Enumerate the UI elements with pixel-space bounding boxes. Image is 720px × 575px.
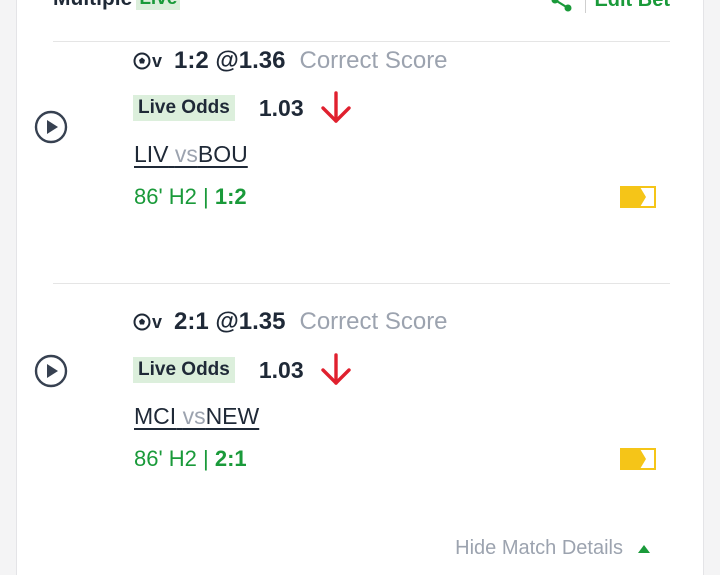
live-odds-badge: Live Odds [133,357,235,383]
match-status: 86' H2 | 1:2 [134,184,247,210]
arrow-down-icon [320,353,351,385]
bet-card: Multiple Live Edit Bet [16,0,704,575]
ticket-tag-icon[interactable] [620,448,656,470]
soccer-ball-icon [133,313,151,331]
hide-match-details-label: Hide Match Details [455,537,623,559]
share-icon[interactable] [549,0,575,13]
home-team: MCI [134,403,177,429]
hide-match-details-toggle[interactable]: Hide Match Details [455,537,651,560]
current-score: 2:1 [214,446,247,471]
ticket-tag-icon[interactable] [620,186,656,208]
vs-label: vs [174,141,198,167]
bet-selection-2: v 2:1 @1.35 Correct Score Live Odds 1.03… [34,283,670,523]
sport-indicator: v [133,312,162,333]
arrow-down-icon [320,91,351,123]
selection-value: 2:1 @1.35 [174,308,286,335]
live-odds-value: 1.03 [258,94,304,121]
match-teams-link[interactable]: MCI vsNEW [134,403,259,430]
current-score: 1:2 [214,184,247,209]
selection-value: 1:2 @1.36 [174,47,286,74]
soccer-ball-icon [133,52,151,70]
match-time: 86' H2 | [134,184,209,209]
bet-header: Multiple Live Edit Bet [53,0,670,42]
odds-row: Live Odds 1.03 [133,90,354,126]
bet-selection-1: v 1:2 @1.36 Correct Score Live Odds 1.03… [17,43,705,283]
edit-bet-button[interactable]: Edit Bet [594,0,670,12]
match-teams-link[interactable]: LIV vsBOU [134,141,248,168]
home-team: LIV [134,141,169,167]
away-team: BOU [197,141,248,167]
header-actions: Edit Bet [549,0,670,13]
header-divider [585,0,587,13]
live-odds-value: 1.03 [258,356,304,383]
sport-indicator-label: v [152,50,163,71]
selection-row: v 1:2 @1.36 Correct Score [133,47,448,75]
away-team: NEW [205,403,260,429]
play-icon[interactable] [34,354,68,388]
bet-type-title: Multiple Live [53,0,181,11]
live-odds-badge: Live Odds [133,95,235,121]
match-status: 86' H2 | 2:1 [134,446,247,472]
market-name: Correct Score [299,47,448,74]
match-time: 86' H2 | [134,446,209,471]
caret-up-icon [638,544,650,553]
bet-type-label: Multiple [53,0,132,11]
vs-label: vs [182,403,206,429]
sport-indicator-label: v [152,311,163,332]
play-icon[interactable] [34,110,68,144]
selection-row: v 2:1 @1.35 Correct Score [133,308,448,336]
sport-indicator: v [133,51,162,72]
live-badge: Live [136,0,181,10]
market-name: Correct Score [299,308,448,335]
odds-row: Live Odds 1.03 [133,352,354,388]
